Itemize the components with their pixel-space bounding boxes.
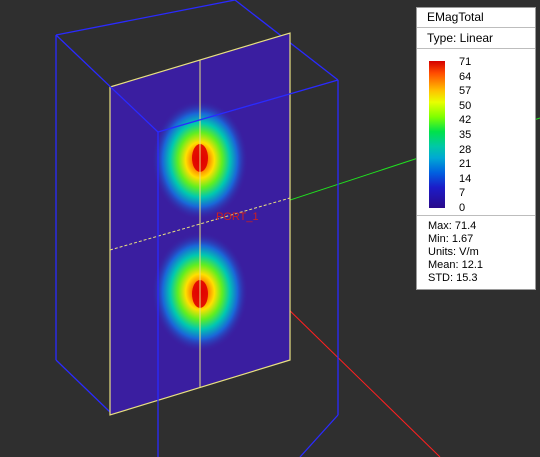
- legend-tick: 35: [459, 129, 472, 141]
- color-scale-bar: [429, 61, 445, 208]
- stat-units: Units: V/m: [428, 246, 479, 258]
- legend-tick: 50: [459, 99, 472, 112]
- legend-tick: 28: [459, 143, 472, 156]
- legend-divider: [417, 215, 535, 216]
- legend-tick: 71: [459, 56, 472, 68]
- field-legend[interactable]: EMagTotal Type: Linear 71 64 57 50 42 35…: [416, 7, 536, 290]
- stat-std: STD: 15.3: [428, 272, 478, 284]
- legend-tick: 42: [459, 114, 472, 127]
- legend-tick: 0: [459, 202, 466, 214]
- legend-title: EMagTotal: [417, 8, 535, 28]
- field-plane[interactable]: [109, 32, 291, 416]
- legend-tick: 21: [459, 158, 472, 171]
- stat-max: Max: 71.4: [428, 220, 477, 232]
- port-label: PORT_1: [216, 211, 259, 223]
- stat-mean: Mean: 12.1: [428, 259, 484, 271]
- stat-min: Min: 1.67: [428, 233, 474, 245]
- legend-tick: 14: [459, 172, 472, 185]
- legend-tick: 7: [459, 187, 466, 200]
- legend-type: Type: Linear: [417, 28, 535, 49]
- legend-tick: 57: [459, 85, 472, 98]
- legend-tick: 64: [459, 70, 472, 83]
